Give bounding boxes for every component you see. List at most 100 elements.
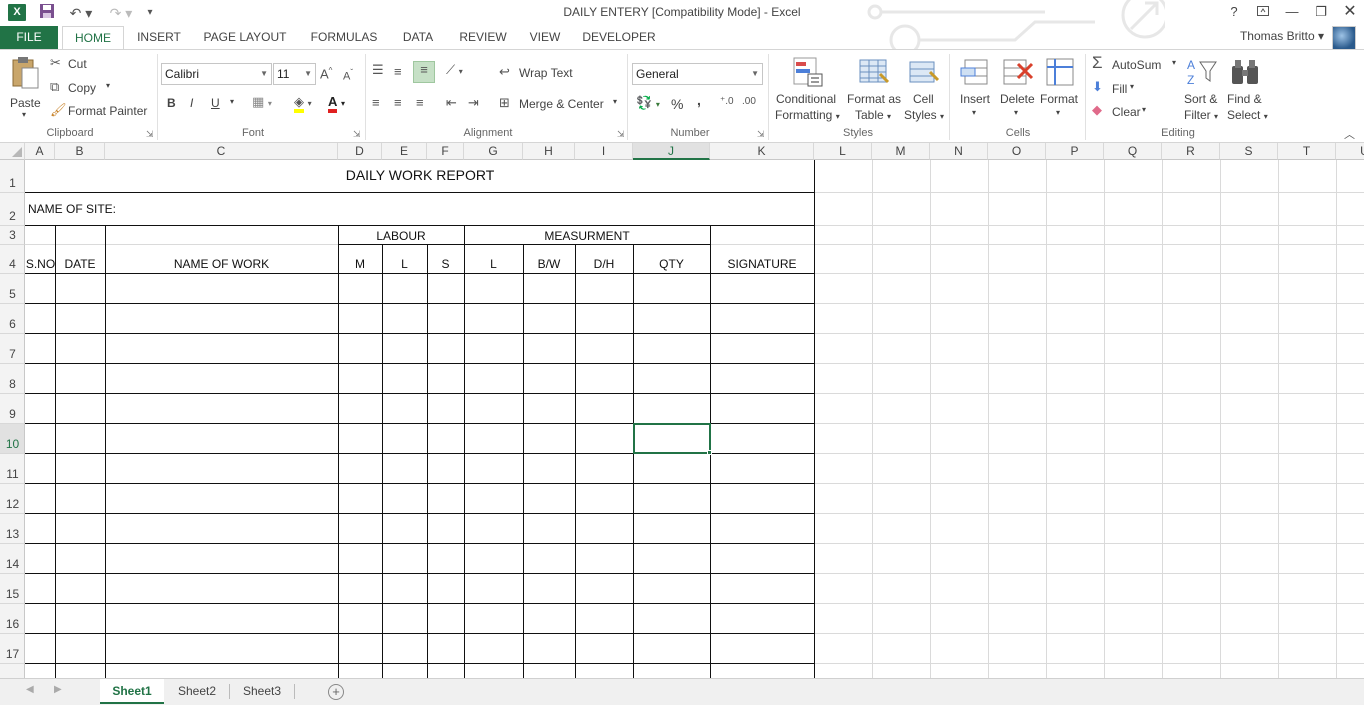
comma-style-button[interactable]: , <box>697 92 701 108</box>
tab-data[interactable]: DATA <box>394 26 442 50</box>
close-icon[interactable]: ✕ <box>1336 2 1364 22</box>
worksheet-grid[interactable]: A B C D E F G H I J K L M N O P Q R S T … <box>0 143 1364 678</box>
column-header-b[interactable]: B <box>55 143 105 160</box>
tab-formulas[interactable]: FORMULAS <box>304 26 384 50</box>
find-select-button[interactable]: Find & Select ▾ <box>1225 54 1269 124</box>
cell-styles-button[interactable]: Cell Styles ▾ <box>904 54 944 124</box>
bold-button[interactable]: B <box>167 96 176 110</box>
row-header-5[interactable]: 5 <box>0 274 25 304</box>
decrease-indent-icon[interactable]: ⇤ <box>446 95 457 111</box>
column-header-t[interactable]: T <box>1278 143 1336 160</box>
avatar[interactable] <box>1332 26 1356 50</box>
row-header-9[interactable]: 9 <box>0 394 25 424</box>
increase-font-size-icon[interactable]: A^ <box>320 66 332 81</box>
row-header-16[interactable]: 16 <box>0 604 25 634</box>
row-header-17[interactable]: 17 <box>0 634 25 664</box>
column-header-r[interactable]: R <box>1162 143 1220 160</box>
column-header-h[interactable]: H <box>523 143 575 160</box>
copy-button[interactable]: ⧉ Copy ▾ <box>50 79 120 97</box>
font-color-icon[interactable]: A ▾ <box>328 94 345 113</box>
fill-handle[interactable] <box>707 450 712 455</box>
user-name[interactable]: Thomas Britto ▾ <box>1240 29 1324 43</box>
collapse-ribbon-icon[interactable]: ︿ <box>1344 126 1355 142</box>
row-header-11[interactable]: 11 <box>0 454 25 484</box>
number-launcher-icon[interactable]: ⇲ <box>757 129 765 140</box>
row-header-6[interactable]: 6 <box>0 304 25 334</box>
cut-button[interactable]: ✂ Cut <box>50 55 110 73</box>
align-right-icon[interactable]: ≡ <box>416 95 424 110</box>
row-header-2[interactable]: 2 <box>0 193 25 226</box>
column-header-s[interactable]: S <box>1220 143 1278 160</box>
column-header-e[interactable]: E <box>382 143 427 160</box>
alignment-launcher-icon[interactable]: ⇲ <box>617 129 625 140</box>
font-size-select[interactable]: 11 ▼ <box>273 63 316 85</box>
sort-filter-button[interactable]: AZ Sort & Filter ▾ <box>1182 54 1224 124</box>
italic-button[interactable]: I <box>190 96 193 110</box>
ribbon-display-options-icon[interactable] <box>1249 2 1277 22</box>
row-header-14[interactable]: 14 <box>0 544 25 574</box>
selected-cell[interactable] <box>633 423 711 454</box>
row-header-12[interactable]: 12 <box>0 484 25 514</box>
row-header-10[interactable]: 10 <box>0 424 25 454</box>
row-header-15[interactable]: 15 <box>0 574 25 604</box>
help-button[interactable]: ? <box>1220 2 1248 22</box>
select-all-corner[interactable] <box>0 143 25 160</box>
top-align-icon[interactable]: ☰ <box>372 62 384 78</box>
tab-home[interactable]: HOME <box>62 26 124 50</box>
tab-file[interactable]: FILE <box>0 26 58 50</box>
column-header-m[interactable]: M <box>872 143 930 160</box>
row-header-7[interactable]: 7 <box>0 334 25 364</box>
align-left-icon[interactable]: ≡ <box>372 95 380 110</box>
add-sheet-icon[interactable]: + <box>328 684 344 700</box>
fill-button[interactable]: ⬇ Fill ▾ <box>1092 79 1152 97</box>
conditional-formatting-button[interactable]: Conditional Formatting ▾ <box>772 54 844 124</box>
increase-indent-icon[interactable]: ⇥ <box>468 95 479 111</box>
font-name-select[interactable]: Calibri ▼ <box>161 63 272 85</box>
middle-align-icon[interactable]: ≡ <box>394 64 402 79</box>
tab-developer[interactable]: DEVELOPER <box>578 26 660 50</box>
clipboard-launcher-icon[interactable]: ⇲ <box>146 129 154 140</box>
row-header-13[interactable]: 13 <box>0 514 25 544</box>
format-painter-button[interactable]: 🖌 Format Painter <box>50 102 150 120</box>
tab-review[interactable]: REVIEW <box>452 26 514 50</box>
column-header-i[interactable]: I <box>575 143 633 160</box>
column-header-n[interactable]: N <box>930 143 988 160</box>
column-header-k[interactable]: K <box>710 143 814 160</box>
merge-center-button[interactable]: ⊞ Merge & Center ▾ <box>499 95 623 113</box>
percent-style-button[interactable]: % <box>671 96 683 112</box>
bottom-align-icon[interactable]: ≡ <box>413 61 435 83</box>
format-cells-button[interactable]: Format ▾ <box>1038 54 1082 124</box>
row-header-4[interactable]: 4 <box>0 245 25 274</box>
column-header-p[interactable]: P <box>1046 143 1104 160</box>
number-format-select[interactable]: General ▼ <box>632 63 763 85</box>
minimize-icon[interactable]: — <box>1278 2 1306 22</box>
next-sheet-icon[interactable]: ▶ <box>54 684 62 695</box>
sheet-tab-sheet2[interactable]: Sheet2 <box>166 679 228 704</box>
tab-view[interactable]: VIEW <box>524 26 566 50</box>
borders-icon[interactable]: ▦ ▾ <box>252 94 272 110</box>
column-header-j[interactable]: J <box>633 143 710 160</box>
column-header-f[interactable]: F <box>427 143 464 160</box>
font-launcher-icon[interactable]: ⇲ <box>353 129 361 140</box>
column-header-q[interactable]: Q <box>1104 143 1162 160</box>
row-header-18[interactable] <box>0 664 25 678</box>
column-header-l[interactable]: L <box>814 143 872 160</box>
fill-color-icon[interactable]: ◈ ▾ <box>294 94 312 113</box>
wrap-text-button[interactable]: ↩ Wrap Text <box>499 64 589 82</box>
tab-insert[interactable]: INSERT <box>132 26 186 50</box>
accounting-format-icon[interactable]: 💱 ▾ <box>636 95 660 111</box>
restore-icon[interactable]: ❐ <box>1307 2 1335 22</box>
underline-dropdown-icon[interactable]: ▾ <box>230 97 234 106</box>
orientation-icon[interactable]: ⟋ ▾ <box>446 62 463 78</box>
decrease-font-size-icon[interactable]: Aˇ <box>343 68 353 83</box>
clear-button[interactable]: ◆ Clear ▾ <box>1092 102 1152 120</box>
sheet-tab-sheet1[interactable]: Sheet1 <box>100 679 164 704</box>
column-header-o[interactable]: O <box>988 143 1046 160</box>
column-header-d[interactable]: D <box>338 143 382 160</box>
row-header-3[interactable]: 3 <box>0 226 25 245</box>
paste-button[interactable]: Paste ▾ <box>6 54 46 124</box>
insert-cells-button[interactable]: Insert ▾ <box>956 54 994 124</box>
delete-cells-button[interactable]: Delete ▾ <box>998 54 1038 124</box>
align-center-icon[interactable]: ≡ <box>394 95 402 110</box>
column-header-g[interactable]: G <box>464 143 523 160</box>
